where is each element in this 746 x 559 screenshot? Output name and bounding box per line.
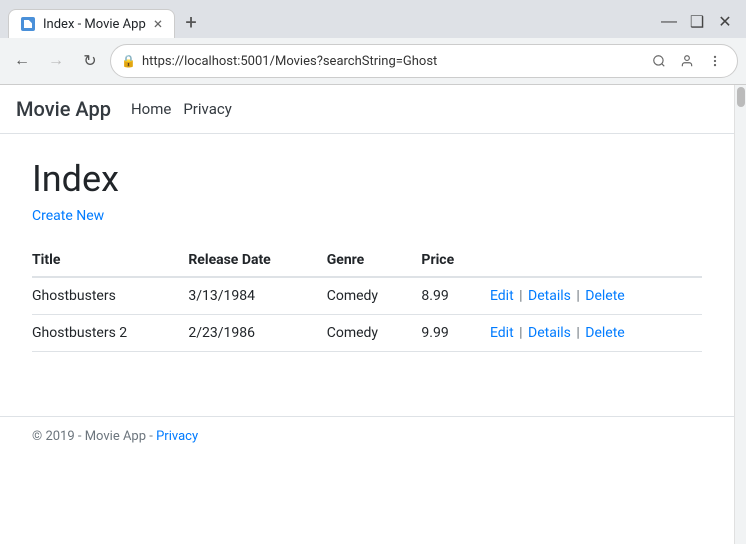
cell-price: 9.99 [421, 315, 490, 352]
table-header-row: Title Release Date Genre Price [32, 244, 702, 277]
details-link[interactable]: Details [528, 325, 571, 341]
footer: © 2019 - Movie App - Privacy [0, 416, 734, 456]
refresh-button[interactable]: ↻ [76, 47, 104, 75]
main-content: Index Create New Title Release Date Genr… [0, 134, 734, 376]
minimize-button[interactable]: — [656, 11, 682, 33]
address-bar: ← → ↻ 🔒 https://localhost:5001/Movies?se… [0, 38, 746, 84]
edit-link[interactable]: Edit [490, 288, 514, 304]
nav-home[interactable]: Home [131, 100, 171, 118]
delete-link[interactable]: Delete [585, 288, 624, 304]
scrollbar-track[interactable] [734, 85, 746, 544]
footer-copyright: © 2019 - Movie App - [32, 429, 153, 444]
back-button[interactable]: ← [8, 47, 36, 75]
url-text: https://localhost:5001/Movies?searchStri… [142, 54, 641, 69]
cell-release-date: 2/23/1986 [188, 315, 326, 352]
movies-tbody: Ghostbusters 3/13/1984 Comedy 8.99 Edit … [32, 277, 702, 352]
create-new-link[interactable]: Create New [32, 208, 104, 224]
user-icon[interactable] [675, 49, 699, 73]
browser-body: Movie App Home Privacy Index Create New … [0, 85, 734, 544]
col-actions [490, 244, 702, 277]
url-actions [647, 49, 727, 73]
close-button[interactable]: ✕ [712, 11, 738, 33]
table-header: Title Release Date Genre Price [32, 244, 702, 277]
table-row: Ghostbusters 3/13/1984 Comedy 8.99 Edit … [32, 277, 702, 315]
restore-button[interactable]: ❑ [684, 11, 710, 33]
cell-genre: Comedy [327, 277, 422, 315]
nav-privacy[interactable]: Privacy [183, 100, 231, 118]
separator: | [516, 288, 526, 304]
cell-actions: Edit | Details | Delete [490, 277, 702, 315]
url-bar[interactable]: 🔒 https://localhost:5001/Movies?searchSt… [110, 44, 738, 78]
app-nav: Movie App Home Privacy [0, 85, 734, 134]
new-tab-button[interactable]: + [175, 6, 206, 38]
col-price: Price [421, 244, 490, 277]
movies-table: Title Release Date Genre Price Ghostbust… [32, 244, 702, 352]
browser-body-wrapper: Movie App Home Privacy Index Create New … [0, 85, 746, 544]
tab-favicon [21, 17, 35, 31]
table-row: Ghostbusters 2 2/23/1986 Comedy 9.99 Edi… [32, 315, 702, 352]
app-brand[interactable]: Movie App [16, 97, 111, 121]
separator: | [516, 325, 526, 341]
cell-title: Ghostbusters 2 [32, 315, 188, 352]
cell-price: 8.99 [421, 277, 490, 315]
window-controls: — ❑ ✕ [656, 11, 738, 33]
browser-chrome: Index - Movie App × + — ❑ ✕ ← → ↻ 🔒 http… [0, 0, 746, 85]
active-tab[interactable]: Index - Movie App × [8, 9, 175, 38]
browser-titlebar: Index - Movie App × + — ❑ ✕ [0, 0, 746, 38]
delete-link[interactable]: Delete [585, 325, 624, 341]
edit-link[interactable]: Edit [490, 325, 514, 341]
footer-privacy-link[interactable]: Privacy [156, 429, 198, 444]
tab-close-button[interactable]: × [154, 16, 163, 32]
search-icon[interactable] [647, 49, 671, 73]
forward-button[interactable]: → [42, 47, 70, 75]
page-title: Index [32, 158, 702, 200]
cell-release-date: 3/13/1984 [188, 277, 326, 315]
scrollbar-thumb[interactable] [737, 87, 745, 107]
cell-actions: Edit | Details | Delete [490, 315, 702, 352]
cell-title: Ghostbusters [32, 277, 188, 315]
tab-bar: Index - Movie App × + [8, 6, 648, 38]
details-link[interactable]: Details [528, 288, 571, 304]
tab-title: Index - Movie App [43, 17, 146, 32]
separator: | [573, 288, 583, 304]
col-genre: Genre [327, 244, 422, 277]
separator: | [573, 325, 583, 341]
col-title: Title [32, 244, 188, 277]
col-release-date: Release Date [188, 244, 326, 277]
cell-genre: Comedy [327, 315, 422, 352]
lock-icon: 🔒 [121, 54, 136, 68]
menu-icon[interactable] [703, 49, 727, 73]
